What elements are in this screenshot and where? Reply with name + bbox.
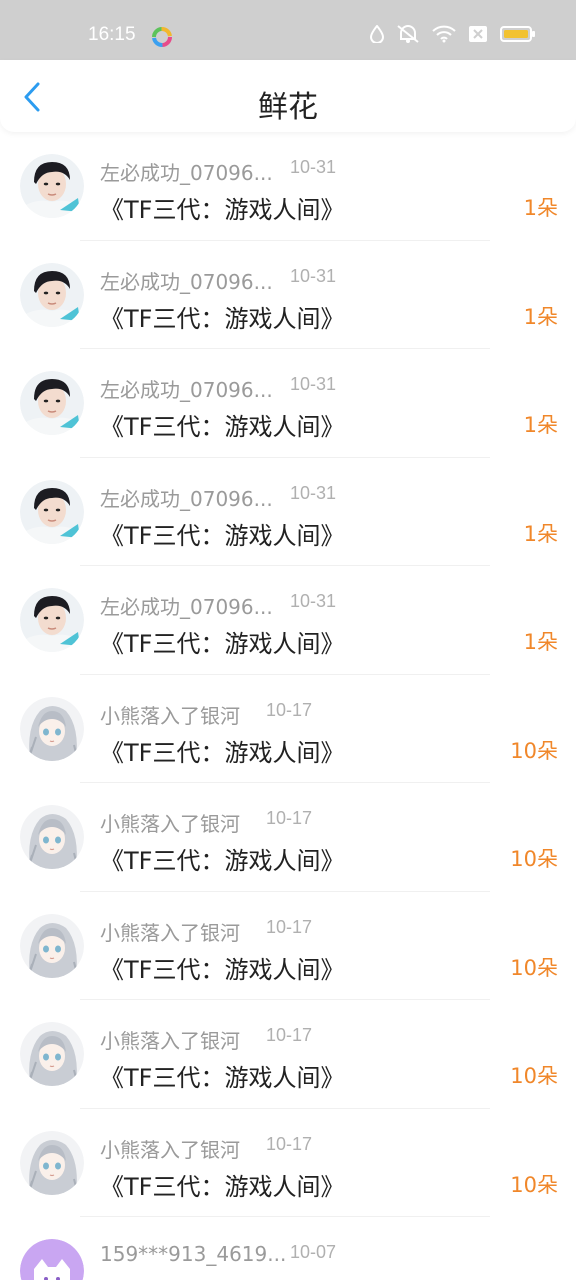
flower-count: 1朵: [523, 521, 558, 546]
sim-card-icon: [468, 25, 488, 43]
list-item[interactable]: 小熊落入了银河 10-17 《TF三代：游戏人间》 10朵: [0, 1109, 576, 1217]
boy-avatar-icon: [20, 371, 84, 435]
flower-count: 1朵: [523, 196, 558, 220]
work-title: 《TF三代：游戏人间》: [100, 1064, 345, 1092]
page-title: 鲜花: [258, 90, 318, 125]
user-name: 小熊落入了银河: [100, 1137, 240, 1162]
battery-icon: [500, 25, 536, 43]
list-item[interactable]: 左必成功_07096... 10-31 《TF三代：游戏人间》 1朵: [0, 566, 576, 675]
gift-date: 10-17: [266, 1133, 313, 1154]
avatar[interactable]: [20, 371, 84, 435]
list-item[interactable]: 左必成功_07096... 10-31 《TF三代：游戏人间》 1朵: [0, 349, 576, 458]
user-name: 左必成功_07096...: [100, 486, 273, 511]
gift-date: 10-07: [290, 1242, 337, 1262]
user-name: 小熊落入了银河: [100, 812, 240, 836]
flower-count: 10朵: [510, 955, 558, 980]
gift-date: 10-31: [290, 482, 337, 503]
avatar[interactable]: [20, 696, 84, 761]
gift-date: 10-31: [290, 265, 337, 286]
drop-icon: [370, 25, 384, 43]
app-notification-icon: [152, 27, 172, 47]
gift-date: 10-31: [290, 157, 337, 177]
anime-girl-avatar-icon: [20, 696, 84, 761]
flower-count: 10朵: [510, 847, 558, 871]
flower-count: 1朵: [523, 304, 558, 329]
list-item[interactable]: 小熊落入了银河 10-17 《TF三代：游戏人间》 10朵: [0, 675, 576, 783]
user-name: 左必成功_07096...: [100, 161, 273, 185]
list-item[interactable]: 小熊落入了银河 10-17 《TF三代：游戏人间》 10朵: [0, 1000, 576, 1109]
list-item[interactable]: 159***913_4619...10-07 《TF三代：游戏人间》: [0, 1217, 576, 1280]
header-bar: 鲜花: [0, 60, 576, 132]
user-name: 159***913_4619...: [100, 1242, 287, 1266]
flower-count: 10朵: [510, 738, 558, 763]
work-title: 《TF三代：游戏人间》: [100, 304, 345, 333]
avatar[interactable]: [20, 479, 84, 544]
user-name: 左必成功_07096...: [100, 378, 273, 402]
work-title: 《TF三代：游戏人间》: [100, 1172, 345, 1201]
work-title: 《TF三代：游戏人间》: [100, 413, 345, 441]
avatar[interactable]: [20, 1022, 84, 1086]
flower-record-list: 左必成功_07096... 10-31 《TF三代：游戏人间》 1朵 左必成功_0709…: [0, 132, 576, 1280]
avatar[interactable]: [20, 1130, 84, 1195]
flower-count: 10朵: [510, 1172, 558, 1197]
user-name: 左必成功_07096...: [100, 269, 273, 294]
work-title: 《TF三代：游戏人间》: [100, 738, 345, 767]
boy-avatar-icon: [20, 262, 84, 327]
work-title: 《TF三代：游戏人间》: [100, 955, 345, 984]
wifi-icon: [432, 25, 456, 43]
work-title: 《TF三代：游戏人间》: [100, 1275, 344, 1280]
boy-avatar-icon: [20, 154, 84, 218]
avatar[interactable]: [20, 1239, 84, 1280]
mute-icon: [396, 24, 420, 44]
work-title: 《TF三代：游戏人间》: [100, 196, 345, 224]
list-item[interactable]: 左必成功_07096... 10-31 《TF三代：游戏人间》 1朵: [0, 132, 576, 241]
list-item[interactable]: 左必成功_07096... 10-31 《TF三代：游戏人间》 1朵: [0, 241, 576, 349]
gift-date: 10-17: [266, 699, 313, 720]
boy-avatar-icon: [20, 588, 84, 652]
user-name: 小熊落入了银河: [100, 703, 240, 728]
gift-date: 10-17: [266, 916, 313, 937]
gift-date: 10-17: [266, 1025, 313, 1045]
work-title: 《TF三代：游戏人间》: [100, 847, 345, 875]
gift-date: 10-17: [266, 808, 313, 828]
gift-date: 10-31: [290, 374, 337, 394]
user-name: 小熊落入了银河: [100, 920, 240, 945]
anime-girl-avatar-icon: [20, 913, 84, 978]
avatar[interactable]: [20, 588, 84, 652]
default-cat-avatar-icon: [20, 1239, 84, 1280]
avatar[interactable]: [20, 805, 84, 869]
list-item[interactable]: 左必成功_07096... 10-31 《TF三代：游戏人间》 1朵: [0, 458, 576, 566]
work-title: 《TF三代：游戏人间》: [100, 630, 345, 658]
flower-count: 1朵: [523, 630, 558, 654]
avatar[interactable]: [20, 262, 84, 327]
user-name: 小熊落入了银河: [100, 1029, 240, 1053]
flower-count: 10朵: [510, 1064, 558, 1088]
avatar[interactable]: [20, 154, 84, 218]
user-name: 左必成功_07096...: [100, 595, 273, 619]
anime-girl-avatar-icon: [20, 1022, 84, 1086]
status-bar: 16:15: [0, 0, 576, 60]
list-item[interactable]: 小熊落入了银河 10-17 《TF三代：游戏人间》 10朵: [0, 892, 576, 1000]
avatar[interactable]: [20, 913, 84, 978]
anime-girl-avatar-icon: [20, 1130, 84, 1195]
boy-avatar-icon: [20, 479, 84, 544]
work-title: 《TF三代：游戏人间》: [100, 521, 345, 550]
gift-date: 10-31: [290, 591, 337, 611]
flower-count: 1朵: [523, 413, 558, 437]
anime-girl-avatar-icon: [20, 805, 84, 869]
list-item[interactable]: 小熊落入了银河 10-17 《TF三代：游戏人间》 10朵: [0, 783, 576, 892]
status-time: 16:15: [88, 24, 136, 45]
